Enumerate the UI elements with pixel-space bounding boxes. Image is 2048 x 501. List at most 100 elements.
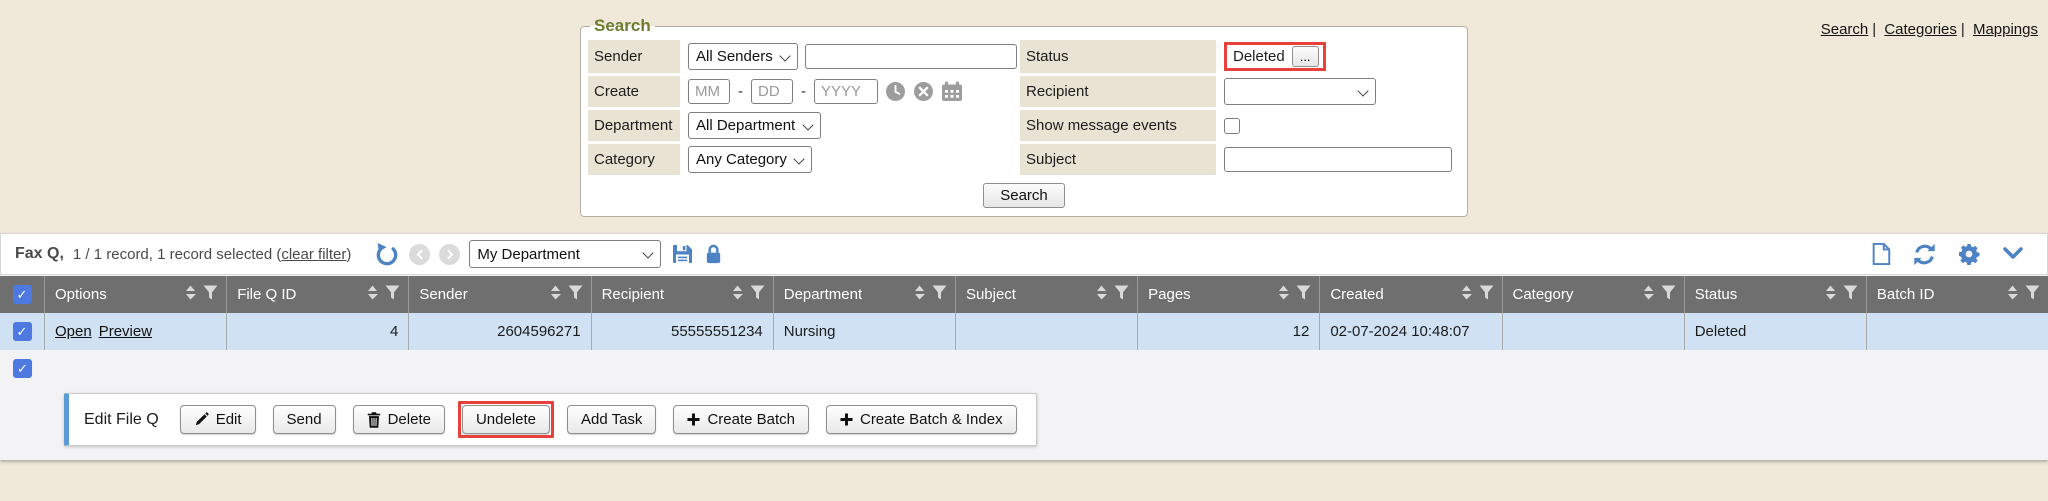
- sort-icon[interactable]: [1461, 285, 1472, 304]
- filter-icon[interactable]: [2025, 285, 2040, 304]
- column-label: File Q ID: [237, 286, 296, 303]
- column-label: Status: [1695, 286, 1738, 303]
- subject-input[interactable]: [1224, 147, 1452, 172]
- clear-date-icon[interactable]: [913, 81, 934, 102]
- category-select[interactable]: Any Category: [688, 146, 812, 173]
- button-annotation-wrap: Edit: [176, 401, 260, 438]
- column-header-created[interactable]: Created: [1320, 276, 1502, 313]
- status-picker-button[interactable]: ...: [1292, 46, 1319, 67]
- button-delete[interactable]: Delete: [353, 405, 445, 434]
- column-label: Category: [1513, 286, 1574, 303]
- filter-icon[interactable]: [932, 285, 947, 304]
- column-label: Recipient: [602, 286, 665, 303]
- settings-gear-icon[interactable]: [1957, 242, 1981, 266]
- nav-link-search[interactable]: Search: [1821, 21, 1869, 38]
- row-checkbox[interactable]: [13, 322, 32, 341]
- column-header-subject[interactable]: Subject: [956, 276, 1138, 313]
- column-header-batch-id[interactable]: Batch ID: [1867, 276, 2048, 313]
- footer-select-all-checkbox[interactable]: [13, 359, 32, 378]
- view-department-select[interactable]: My Department: [469, 240, 661, 268]
- sender-label: Sender: [588, 40, 680, 73]
- new-document-icon[interactable]: [1870, 242, 1892, 266]
- calendar-icon[interactable]: [941, 81, 963, 102]
- cell-status: Deleted: [1685, 313, 1867, 350]
- clock-icon[interactable]: [885, 81, 906, 102]
- sort-icon[interactable]: [732, 285, 743, 304]
- grid-title: Fax Q,: [15, 245, 64, 263]
- column-header-file-q-id[interactable]: File Q ID: [227, 276, 409, 313]
- button-edit[interactable]: Edit: [180, 405, 256, 434]
- undo-icon[interactable]: [374, 241, 400, 267]
- nav-link-categories[interactable]: Categories: [1884, 21, 1957, 38]
- department-select[interactable]: All Department: [688, 112, 821, 139]
- sort-icon[interactable]: [914, 285, 925, 304]
- sort-icon[interactable]: [1643, 285, 1654, 304]
- select-all-checkbox[interactable]: [13, 285, 32, 304]
- cell-file-q-id: 4: [227, 313, 409, 350]
- collapse-chevron-icon[interactable]: [2001, 244, 2025, 264]
- column-label: Sender: [419, 286, 467, 303]
- filter-icon[interactable]: [1296, 285, 1311, 304]
- sort-icon[interactable]: [1096, 285, 1107, 304]
- column-header-options[interactable]: Options: [45, 276, 227, 313]
- show-message-events-checkbox[interactable]: [1224, 118, 1240, 134]
- button-annotation-wrap: Undelete: [458, 401, 554, 438]
- create-month-input[interactable]: [688, 79, 730, 104]
- previous-icon[interactable]: [409, 244, 430, 265]
- next-icon[interactable]: [439, 244, 460, 265]
- clear-filter-link[interactable]: clear filter: [281, 246, 346, 263]
- filter-icon[interactable]: [568, 285, 583, 304]
- sender-select[interactable]: All Senders: [688, 43, 798, 70]
- nav-separator: |: [1872, 21, 1876, 38]
- sender-input[interactable]: [805, 44, 1017, 69]
- search-panel: Search Sender All Senders Status Deleted…: [580, 16, 1468, 217]
- nav-item: Categories|: [1884, 21, 1968, 38]
- sort-icon[interactable]: [1825, 285, 1836, 304]
- create-year-input[interactable]: [814, 79, 878, 104]
- filter-icon[interactable]: [1114, 285, 1129, 304]
- button-annotation-wrap: Send: [269, 401, 340, 438]
- nav-item: Mappings|: [1973, 21, 2038, 38]
- button-create-batch-index[interactable]: Create Batch & Index: [826, 405, 1017, 434]
- column-header-status[interactable]: Status: [1685, 276, 1867, 313]
- column-header-category[interactable]: Category: [1503, 276, 1685, 313]
- column-label: Created: [1330, 286, 1383, 303]
- recipient-select[interactable]: [1224, 78, 1376, 105]
- refresh-icon[interactable]: [1912, 242, 1937, 267]
- sort-icon[interactable]: [550, 285, 561, 304]
- subject-label: Subject: [1020, 144, 1216, 175]
- status-value: Deleted: [1233, 48, 1285, 65]
- filter-icon[interactable]: [750, 285, 765, 304]
- preview-link[interactable]: Preview: [99, 323, 152, 340]
- create-day-input[interactable]: [751, 79, 793, 104]
- open-link[interactable]: Open: [55, 323, 92, 340]
- sort-icon[interactable]: [1278, 285, 1289, 304]
- filter-icon[interactable]: [203, 285, 218, 304]
- column-header-department[interactable]: Department: [774, 276, 956, 313]
- column-header-pages[interactable]: Pages: [1138, 276, 1320, 313]
- filter-icon[interactable]: [1843, 285, 1858, 304]
- create-label: Create: [588, 76, 680, 107]
- filter-icon[interactable]: [385, 285, 400, 304]
- button-send[interactable]: Send: [273, 405, 336, 434]
- nav-link-mappings[interactable]: Mappings: [1973, 21, 2038, 38]
- search-button[interactable]: Search: [983, 183, 1065, 208]
- column-header-sender[interactable]: Sender: [409, 276, 591, 313]
- column-header-recipient[interactable]: Recipient: [592, 276, 774, 313]
- lock-icon[interactable]: [703, 243, 724, 266]
- pencil-icon: [194, 412, 209, 427]
- button-add-task[interactable]: Add Task: [567, 405, 656, 434]
- nav-item: Search|: [1821, 21, 1880, 38]
- sort-icon[interactable]: [367, 285, 378, 304]
- sort-icon[interactable]: [185, 285, 196, 304]
- column-label: Pages: [1148, 286, 1191, 303]
- filter-icon[interactable]: [1661, 285, 1676, 304]
- filter-icon[interactable]: [1479, 285, 1494, 304]
- button-undelete[interactable]: Undelete: [462, 405, 550, 434]
- button-create-batch[interactable]: Create Batch: [673, 405, 809, 434]
- cell-pages: 12: [1138, 313, 1320, 350]
- date-separator: -: [738, 83, 743, 100]
- cell-subject: [956, 313, 1138, 350]
- save-icon[interactable]: [670, 242, 694, 266]
- sort-icon[interactable]: [2007, 285, 2018, 304]
